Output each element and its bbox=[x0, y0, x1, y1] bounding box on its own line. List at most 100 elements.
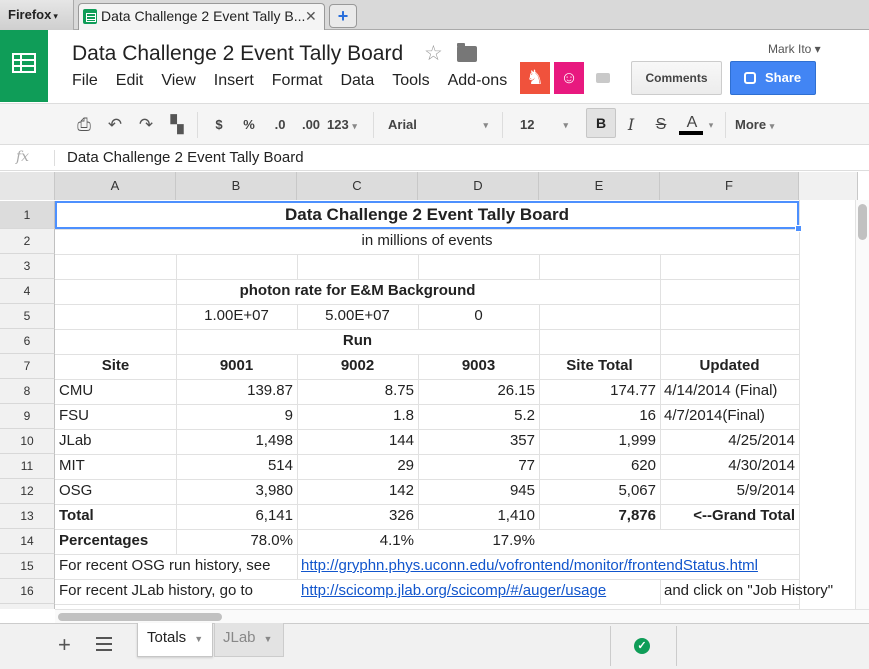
site-value[interactable]: 77 bbox=[418, 454, 539, 478]
site-total[interactable]: 16 bbox=[539, 404, 660, 428]
increase-decimal-button[interactable]: .00 bbox=[296, 104, 326, 146]
jlab-link-text[interactable]: http://scicomp.jlab.org/scicomp/#/auger/… bbox=[301, 582, 606, 599]
site-value[interactable]: 1.8 bbox=[297, 404, 418, 428]
osg-link[interactable]: http://gryphn.phys.uconn.edu/vofrontend/… bbox=[297, 554, 799, 578]
text-color-button[interactable]: A bbox=[681, 104, 703, 146]
jlab-tail-note[interactable]: and click on "Job History" bbox=[660, 579, 858, 603]
column-header-f[interactable]: F bbox=[660, 172, 799, 200]
folder-icon[interactable] bbox=[457, 43, 477, 62]
redo-icon[interactable]: ↷ bbox=[134, 104, 158, 146]
menu-insert[interactable]: Insert bbox=[214, 72, 254, 94]
column-header-d[interactable]: D bbox=[418, 172, 539, 200]
header-9002[interactable]: 9002 bbox=[297, 354, 418, 378]
row-header-7[interactable]: 7 bbox=[0, 354, 55, 379]
chevron-down-icon[interactable]: ▾ bbox=[705, 104, 717, 146]
site-total[interactable]: 1,999 bbox=[539, 429, 660, 453]
header-9001[interactable]: 9001 bbox=[176, 354, 297, 378]
site-value[interactable]: 144 bbox=[297, 429, 418, 453]
row-header-12[interactable]: 12 bbox=[0, 479, 55, 504]
site-name[interactable]: JLab bbox=[55, 429, 176, 453]
site-total[interactable]: 5,067 bbox=[539, 479, 660, 503]
percentage-value[interactable]: 17.9% bbox=[418, 529, 539, 553]
site-value[interactable]: 945 bbox=[418, 479, 539, 503]
menu-data[interactable]: Data bbox=[340, 72, 374, 94]
row-header-1[interactable]: 1 bbox=[0, 201, 55, 229]
grand-total-label[interactable]: <--Grand Total bbox=[660, 504, 799, 528]
row-header-2[interactable]: 2 bbox=[0, 229, 55, 254]
cell-photon-label[interactable]: photon rate for E&M Background bbox=[176, 279, 539, 303]
column-header-b[interactable]: B bbox=[176, 172, 297, 200]
site-updated[interactable]: 4/25/2014 bbox=[660, 429, 799, 453]
site-value[interactable]: 9 bbox=[176, 404, 297, 428]
jlab-link[interactable]: http://scicomp.jlab.org/scicomp/#/auger/… bbox=[297, 579, 660, 603]
jlab-note[interactable]: For recent JLab history, go to bbox=[55, 579, 297, 603]
row-header-15[interactable]: 15 bbox=[0, 554, 55, 579]
share-button[interactable]: Share bbox=[730, 61, 816, 95]
addon-face-icon[interactable]: ☺ bbox=[554, 62, 584, 94]
percent-button[interactable]: % bbox=[237, 104, 261, 146]
percentage-value[interactable]: 4.1% bbox=[297, 529, 418, 553]
currency-button[interactable]: $ bbox=[207, 104, 231, 146]
row-header-5[interactable]: 5 bbox=[0, 304, 55, 329]
row-header-4[interactable]: 4 bbox=[0, 279, 55, 304]
site-name[interactable]: OSG bbox=[55, 479, 176, 503]
site-updated[interactable]: 4/14/2014 (Final) bbox=[660, 379, 799, 403]
osg-note[interactable]: For recent OSG run history, see bbox=[55, 554, 297, 578]
strikethrough-button[interactable]: S bbox=[652, 104, 670, 146]
row-header-14[interactable]: 14 bbox=[0, 529, 55, 554]
sheet-tab-totals[interactable]: Totals ▼ bbox=[137, 623, 213, 657]
more-dropdown[interactable]: More ▾ bbox=[735, 104, 789, 146]
grand-total-value[interactable]: 7,876 bbox=[539, 504, 660, 528]
site-value[interactable]: 3,980 bbox=[176, 479, 297, 503]
bold-button[interactable]: B bbox=[586, 108, 616, 138]
paint-format-icon[interactable]: ▚ bbox=[165, 104, 189, 146]
site-value[interactable]: 139.87 bbox=[176, 379, 297, 403]
row-header-16[interactable]: 16 bbox=[0, 579, 55, 604]
italic-button[interactable]: I bbox=[622, 104, 640, 146]
row-header-6[interactable]: 6 bbox=[0, 329, 55, 354]
percentages-label[interactable]: Percentages bbox=[55, 529, 176, 553]
column-header-c[interactable]: C bbox=[297, 172, 418, 200]
row-header-9[interactable]: 9 bbox=[0, 404, 55, 429]
cell-photon-rate-9003[interactable]: 0 bbox=[418, 304, 539, 328]
site-value[interactable]: 26.15 bbox=[418, 379, 539, 403]
site-total[interactable]: 620 bbox=[539, 454, 660, 478]
font-size-dropdown[interactable]: 12 ▾ bbox=[520, 104, 570, 146]
tab-close-icon[interactable]: ✕ bbox=[305, 8, 317, 25]
site-value[interactable]: 514 bbox=[176, 454, 297, 478]
sheets-logo-icon[interactable] bbox=[0, 30, 48, 102]
menu-format[interactable]: Format bbox=[272, 72, 323, 94]
menu-file[interactable]: File bbox=[72, 72, 98, 94]
row-header-11[interactable]: 11 bbox=[0, 454, 55, 479]
cell-subtitle[interactable]: in millions of events bbox=[55, 229, 799, 253]
site-total[interactable]: 174.77 bbox=[539, 379, 660, 403]
site-value[interactable]: 8.75 bbox=[297, 379, 418, 403]
select-all-corner[interactable] bbox=[0, 172, 55, 200]
row-header-8[interactable]: 8 bbox=[0, 379, 55, 404]
menu-addons[interactable]: Add-ons bbox=[448, 72, 508, 94]
row-header-3[interactable]: 3 bbox=[0, 254, 55, 279]
site-name[interactable]: CMU bbox=[55, 379, 176, 403]
firefox-menu-button[interactable]: Firefox ▾ bbox=[0, 0, 74, 30]
star-icon[interactable]: ☆ bbox=[424, 41, 443, 66]
all-sheets-icon[interactable] bbox=[96, 637, 112, 651]
user-account[interactable]: Mark Ito ▾ bbox=[768, 42, 821, 56]
browser-tab[interactable]: Data Challenge 2 Event Tally B... bbox=[78, 3, 325, 30]
horizontal-scroll-thumb[interactable] bbox=[58, 613, 222, 621]
column-header-a[interactable]: A bbox=[55, 172, 176, 200]
fill-handle[interactable] bbox=[795, 225, 802, 232]
number-format-dropdown[interactable]: 123 ▾ bbox=[327, 104, 363, 146]
site-updated[interactable]: 4/30/2014 bbox=[660, 454, 799, 478]
header-site[interactable]: Site bbox=[55, 354, 176, 378]
addon-camel-icon[interactable]: ♞ bbox=[520, 62, 550, 94]
chat-icon[interactable] bbox=[589, 67, 618, 92]
total-value[interactable]: 6,141 bbox=[176, 504, 297, 528]
cell-photon-rate-9002[interactable]: 5.00E+07 bbox=[297, 304, 418, 328]
percentage-value[interactable]: 78.0% bbox=[176, 529, 297, 553]
decrease-decimal-button[interactable]: .0 bbox=[266, 104, 294, 146]
site-updated[interactable]: 4/7/2014(Final) bbox=[660, 404, 799, 428]
column-header-e[interactable]: E bbox=[539, 172, 660, 200]
vertical-scroll-thumb[interactable] bbox=[858, 204, 867, 240]
vertical-scrollbar[interactable] bbox=[855, 200, 869, 610]
row-header-17[interactable] bbox=[0, 604, 55, 609]
